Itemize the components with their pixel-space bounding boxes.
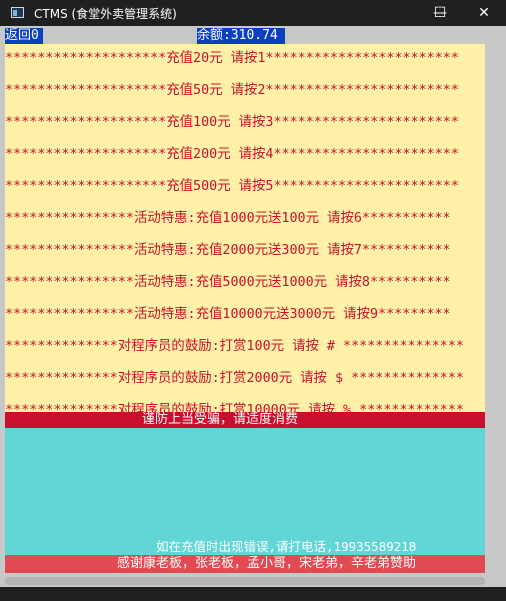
menu-option-1: ********************充值20元 请按1***********… bbox=[5, 51, 459, 66]
maximize-button[interactable]: ☐ bbox=[418, 0, 462, 26]
menu-option-9: ****************活动特惠:充值10000元送3000元 请按9*… bbox=[5, 307, 451, 322]
menu-option-5: ********************充值500元 请按5**********… bbox=[5, 179, 459, 194]
info-area: 如在充值时出现错误,请打电话,19935589218 bbox=[5, 428, 485, 555]
hotline-text: 如在充值时出现错误,请打电话,19935589218 bbox=[156, 539, 417, 554]
vertical-scrollbar[interactable] bbox=[486, 28, 501, 587]
console-app-icon bbox=[11, 7, 24, 18]
balance-label: 余额:310.74 bbox=[197, 28, 285, 44]
back-label: 返回0 bbox=[5, 28, 43, 44]
menu-option-4: ********************充值200元 请按4**********… bbox=[5, 147, 459, 162]
close-button[interactable]: ✕ bbox=[462, 0, 506, 26]
menu-option-2: ********************充值50元 请按2***********… bbox=[5, 83, 459, 98]
menu-option-dollar: **************对程序员的鼓励:打赏2000元 请按 $ *****… bbox=[5, 371, 464, 386]
horizontal-scrollbar-thumb[interactable] bbox=[5, 577, 485, 585]
menu-option-7: ****************活动特惠:充值2000元送300元 请按7***… bbox=[5, 243, 451, 258]
window-title: CTMS (食堂外卖管理系统) bbox=[34, 7, 177, 21]
warning-text: 谨防上当受骗，请适度消费 bbox=[142, 412, 299, 427]
warning-bar: 谨防上当受骗，请适度消费 bbox=[5, 412, 485, 428]
console-output: 返回0 余额:310.74 ********************充值20元 … bbox=[5, 28, 485, 587]
menu-option-hash: **************对程序员的鼓励:打赏100元 请按 # ******… bbox=[5, 339, 464, 354]
close-icon: ✕ bbox=[478, 5, 490, 21]
menu-option-6: ****************活动特惠:充值1000元送100元 请按6***… bbox=[5, 211, 451, 226]
thanks-bar: 感谢康老板，张老板，孟小哥，宋老弟，辛老弟赞助 bbox=[5, 555, 485, 573]
maximize-icon: ☐ bbox=[433, 5, 447, 21]
console-window: CTMS (食堂外卖管理系统) — ☐ ✕ 返回0 余额:310.74 ****… bbox=[0, 0, 506, 601]
status-bar: 返回0 余额:310.74 bbox=[5, 28, 485, 44]
title-bar: CTMS (食堂外卖管理系统) — ☐ ✕ bbox=[0, 0, 506, 26]
menu-option-8: ****************活动特惠:充值5000元送1000元 请按8**… bbox=[5, 275, 451, 290]
window-bottom-frame bbox=[0, 587, 506, 601]
thanks-text: 感谢康老板，张老板，孟小哥，宋老弟，辛老弟赞助 bbox=[117, 556, 417, 571]
recharge-menu: ********************充值20元 请按1***********… bbox=[5, 44, 485, 418]
menu-option-3: ********************充值100元 请按3**********… bbox=[5, 115, 459, 130]
horizontal-scrollbar[interactable] bbox=[5, 575, 485, 587]
